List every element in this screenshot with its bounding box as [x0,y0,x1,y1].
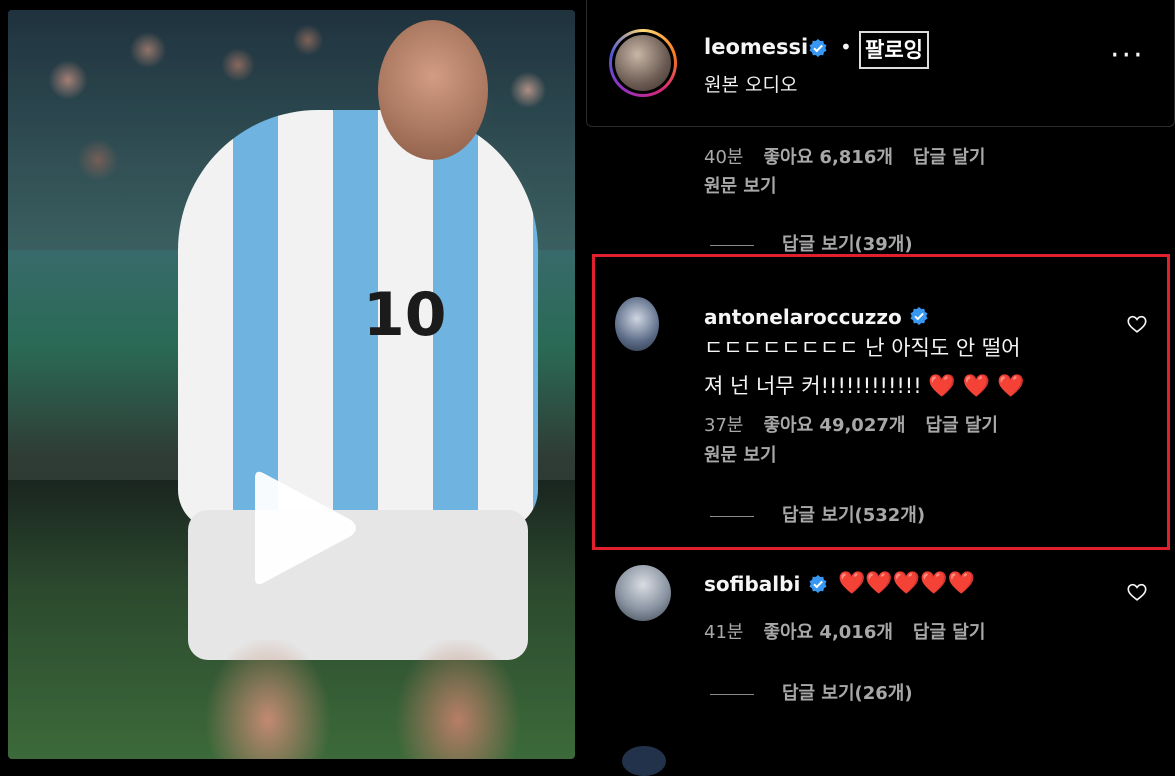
reel-video[interactable]: 10 [8,10,575,759]
heart-outline-icon[interactable] [1126,313,1148,335]
following-button[interactable]: 팔로잉 [859,31,929,69]
jersey-number: 10 [363,280,447,350]
player-head [378,20,488,160]
comment-likes[interactable]: 좋아요 6,816개 [763,147,892,168]
player-jersey [178,110,538,530]
comment-time[interactable]: 37분 [704,415,743,436]
see-original-link[interactable]: 원문 보기 [704,441,777,467]
divider-line [710,244,754,246]
view-replies-button[interactable]: 답글 보기(26개) [710,679,913,705]
audio-label[interactable]: 원본 오디오 [704,70,797,97]
comment-meta: 40분 좋아요 6,816개 답글 달기 [704,143,1005,169]
reply-button[interactable]: 답글 달기 [925,415,998,436]
comment-likes[interactable]: 좋아요 49,027개 [763,415,905,436]
play-icon[interactable] [243,468,363,588]
more-options-icon[interactable]: ··· [1110,41,1145,71]
post-username[interactable]: leomessi [704,35,808,59]
comment-username[interactable]: antonelaroccuzzo [704,305,902,329]
player-legs [178,640,538,759]
comment-text-line1: ㄷㄷㄷㄷㄷㄷㄷㄷ 난 아직도 안 떨어 [704,336,1021,360]
player-figure: 10 [168,20,548,759]
comment-text-line2: 져 넌 너무 커!!!!!!!!!!!! [704,374,922,398]
view-replies-label: 답글 보기(39개) [782,234,913,255]
comment-time[interactable]: 40분 [704,147,743,168]
story-ring[interactable] [609,29,677,97]
comment-likes[interactable]: 좋아요 4,016개 [763,622,892,643]
heart-emojis: ❤️ ❤️ ❤️ [928,374,1025,399]
verified-badge-icon [910,307,928,325]
comment-meta: 37분 좋아요 49,027개 답글 달기 [704,411,1018,437]
separator-dot: • [840,35,852,59]
comments-panel: leomessi • 팔로잉 원본 오디오 ··· 40분 좋아요 6,816개 답… [586,0,1175,776]
heart-emojis: ❤️❤️❤️❤️❤️ [838,571,975,596]
commenter-avatar[interactable] [622,746,666,776]
view-replies-button[interactable]: 답글 보기(532개) [710,501,925,527]
commenter-avatar[interactable] [615,565,671,621]
comment-time[interactable]: 41분 [704,622,743,643]
commenter-avatar[interactable] [615,297,659,351]
comment-username[interactable]: sofibalbi [704,572,800,596]
avatar [615,35,671,91]
see-original-link[interactable]: 원문 보기 [704,172,777,198]
verified-badge-icon [809,39,827,57]
verified-badge-icon [809,575,827,593]
comment-meta: 41분 좋아요 4,016개 답글 달기 [704,618,1005,644]
heart-outline-icon[interactable] [1126,581,1148,603]
divider-line [710,693,754,695]
reply-button[interactable]: 답글 달기 [913,147,986,168]
comment-text: ㄷㄷㄷㄷㄷㄷㄷㄷ 난 아직도 안 떨어 져 넌 너무 커!!!!!!!!!!!!… [704,329,1025,406]
post-header: leomessi • 팔로잉 원본 오디오 ··· [586,0,1175,127]
divider-line [710,515,754,517]
view-replies-label: 답글 보기(26개) [782,683,913,704]
view-replies-button[interactable]: 답글 보기(39개) [710,230,913,256]
view-replies-label: 답글 보기(532개) [782,505,926,526]
reply-button[interactable]: 답글 달기 [913,622,986,643]
